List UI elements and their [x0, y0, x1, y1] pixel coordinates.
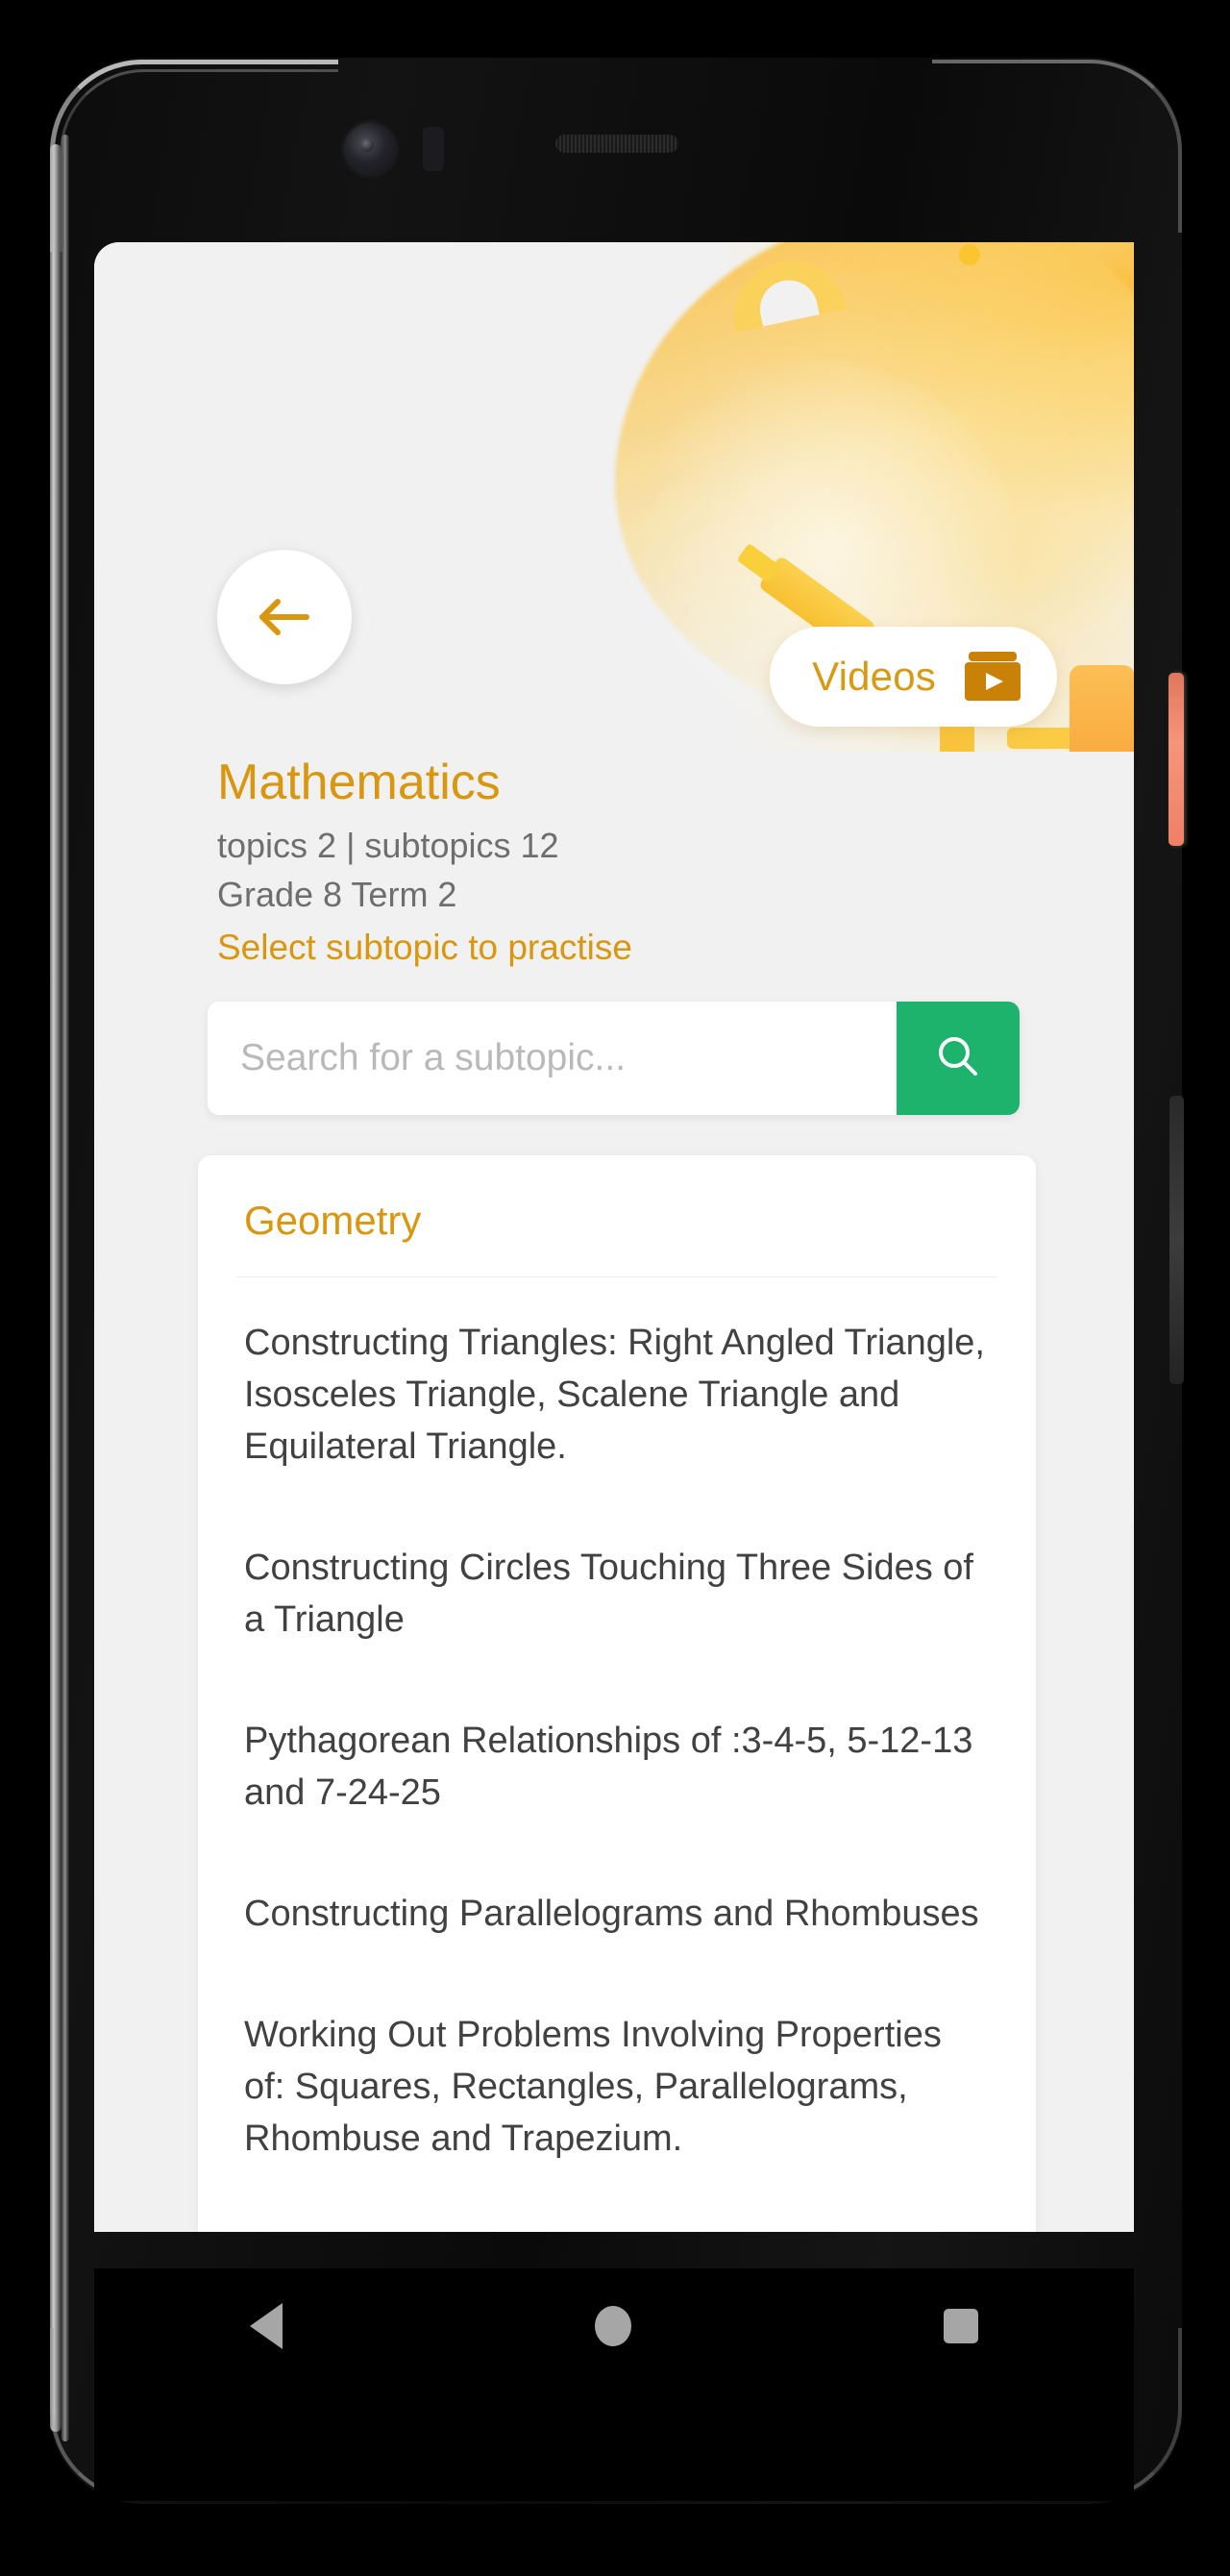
front-camera-icon: [344, 123, 396, 175]
search-input[interactable]: [208, 1002, 897, 1115]
videos-button[interactable]: Videos: [770, 627, 1057, 727]
search-icon: [930, 1029, 986, 1088]
volume-rocker-button[interactable]: [1169, 1096, 1184, 1384]
nav-recents-square-icon[interactable]: [943, 2309, 978, 2343]
subject-info-block: Mathematics topics 2 | subtopics 12 Grad…: [217, 755, 632, 974]
grade-term-line: Grade 8 Term 2: [217, 875, 457, 915]
topic-heading: Geometry: [244, 1198, 422, 1243]
phone-screen: Videos Mathematics topics 2 | subtopics …: [94, 242, 1134, 2232]
phone-left-rail: [50, 144, 62, 2432]
proximity-sensor-icon: [423, 127, 444, 171]
list-item[interactable]: Constructing Circles Touching Three Side…: [244, 1506, 990, 1647]
topic-counts-line: topics 2 | subtopics 12: [217, 826, 559, 866]
pencil-icon: [1070, 665, 1134, 752]
arrow-left-icon: [255, 593, 314, 641]
android-navigation-bar: [94, 2268, 1134, 2384]
list-item[interactable]: Constructing Triangles: Right Angled Tri…: [244, 1277, 990, 1474]
list-item[interactable]: Faces, Edges and Vertices of: Triangular…: [244, 2197, 990, 2232]
topic-card: Geometry Constructing Triangles: Right A…: [198, 1155, 1036, 2232]
nav-back-triangle-icon[interactable]: [250, 2303, 283, 2349]
nav-home-circle-icon[interactable]: [594, 2306, 631, 2346]
page-title: Mathematics: [217, 755, 501, 810]
videos-button-label: Videos: [812, 654, 936, 699]
power-button[interactable]: [1168, 673, 1184, 846]
subtopic-list: Constructing Triangles: Right Angled Tri…: [198, 1277, 1036, 2232]
earpiece-speaker-icon: [555, 135, 678, 153]
list-item[interactable]: Working Out Problems Involving Propertie…: [244, 1973, 990, 2166]
search-bar: [208, 1002, 1020, 1115]
list-item[interactable]: Pythagorean Relationships of :3-4-5, 5-1…: [244, 1679, 990, 1820]
select-subtopic-cta[interactable]: Select subtopic to practise: [217, 923, 632, 974]
video-folder-play-icon: [961, 650, 1024, 704]
back-button[interactable]: [217, 550, 352, 684]
screen-bottom-bezel: [94, 2382, 1134, 2501]
search-button[interactable]: [897, 1002, 1020, 1115]
device-stage: Videos Mathematics topics 2 | subtopics …: [0, 0, 1230, 2576]
list-item[interactable]: Constructing Parallelograms and Rhombuse…: [244, 1852, 990, 1941]
decorative-dot-icon: [959, 244, 980, 265]
phone-left-rail-inner: [62, 135, 69, 2441]
